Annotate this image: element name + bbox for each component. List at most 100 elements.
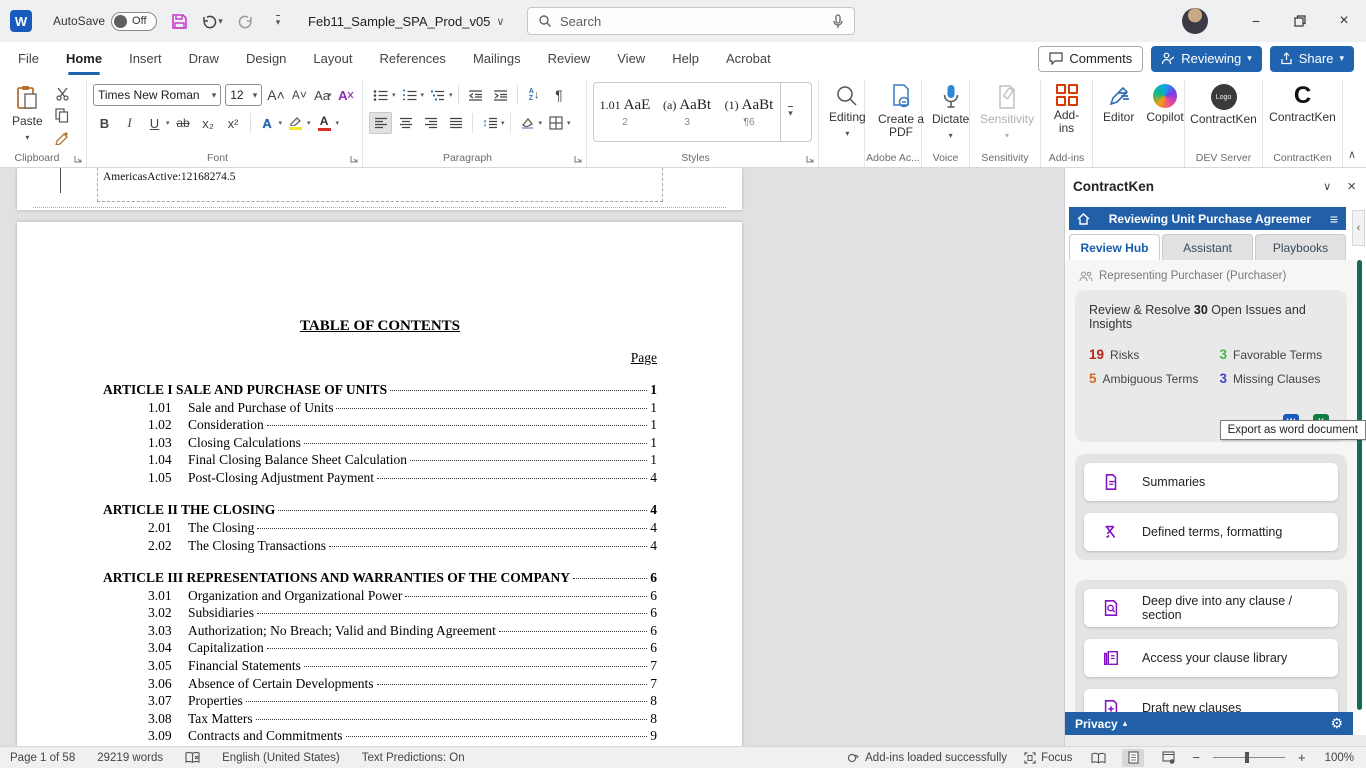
- toc-entry[interactable]: 2.02 The Closing Transactions 4: [103, 537, 657, 555]
- underline-options[interactable]: ▾: [166, 119, 170, 127]
- share-button[interactable]: Share ▾: [1269, 45, 1354, 72]
- tab-draw[interactable]: Draw: [189, 42, 219, 75]
- zoom-slider[interactable]: [1212, 752, 1285, 763]
- action-deep-dive-into-any-clause-section[interactable]: Deep dive into any clause / section: [1084, 589, 1338, 627]
- text-effects-options[interactable]: ▾: [279, 119, 283, 127]
- align-center-button[interactable]: [394, 112, 417, 134]
- strikethrough-button[interactable]: ab: [172, 112, 195, 134]
- toc-entry[interactable]: 1.03 Closing Calculations 1: [103, 434, 657, 452]
- toc-entry[interactable]: 3.05 Financial Statements 7: [103, 657, 657, 675]
- superscript-button[interactable]: x²: [222, 112, 245, 134]
- proofing-icon[interactable]: [185, 751, 200, 764]
- text-effects-button[interactable]: A: [256, 112, 279, 134]
- tab-help[interactable]: Help: [672, 42, 699, 75]
- zoom-slider-handle[interactable]: [1245, 752, 1250, 763]
- save-button[interactable]: [168, 10, 190, 32]
- styles-dialog-launcher[interactable]: [806, 155, 814, 163]
- toc-entry[interactable]: 3.01 Organization and Organizational Powe…: [103, 587, 657, 605]
- contractken-button[interactable]: C ContractKen: [1269, 81, 1336, 147]
- focus-button[interactable]: Focus: [1024, 752, 1072, 764]
- styles-more-button[interactable]: ▾: [780, 83, 800, 141]
- toc-title[interactable]: TABLE OF CONTENTS: [103, 318, 657, 335]
- action-defined-terms-formatting[interactable]: Defined terms, formatting: [1084, 513, 1338, 551]
- pane-tab-playbooks[interactable]: Playbooks: [1255, 234, 1346, 260]
- toc-entry[interactable]: 3.04 Capitalization 6: [103, 639, 657, 657]
- action-draft-new-clauses[interactable]: Draft new clauses: [1084, 689, 1338, 712]
- multilevel-list-button[interactable]: [426, 84, 449, 106]
- action-summaries[interactable]: Summaries: [1084, 463, 1338, 501]
- font-dialog-launcher[interactable]: [350, 155, 358, 163]
- shrink-font-button[interactable]: A˅: [290, 84, 309, 106]
- toc-entry[interactable]: 3.08 Tax Matters 8: [103, 710, 657, 728]
- borders-button[interactable]: [544, 112, 567, 134]
- line-spacing-options[interactable]: ▾: [501, 119, 505, 127]
- menu-icon[interactable]: ≡: [1330, 211, 1338, 227]
- customize-quick-access-button[interactable]: ▾: [267, 10, 289, 32]
- shading-options[interactable]: ▾: [539, 119, 543, 127]
- shading-button[interactable]: [516, 112, 539, 134]
- addins-button[interactable]: Add-ins: [1047, 81, 1086, 147]
- tab-references[interactable]: References: [379, 42, 445, 75]
- toc-entry[interactable]: 3.02 Subsidiaries 6: [103, 604, 657, 622]
- style-gallery-item[interactable]: (1) AaBt ¶6: [718, 83, 780, 141]
- toc-entry[interactable]: 2.01 The Closing 4: [103, 519, 657, 537]
- tab-insert[interactable]: Insert: [129, 42, 162, 75]
- comments-button[interactable]: Comments: [1038, 45, 1144, 72]
- highlight-button[interactable]: [284, 112, 307, 134]
- bold-button[interactable]: B: [93, 112, 116, 134]
- tab-acrobat[interactable]: Acrobat: [726, 42, 771, 75]
- language-indicator[interactable]: English (United States): [222, 752, 340, 764]
- format-painter-button[interactable]: [51, 128, 74, 147]
- settings-gear-icon[interactable]: ⚙: [1330, 715, 1343, 732]
- tab-view[interactable]: View: [617, 42, 645, 75]
- addins-status[interactable]: Add-ins loaded successfully: [847, 752, 1007, 764]
- increase-indent-button[interactable]: [489, 84, 512, 106]
- document-page-2[interactable]: TABLE OF CONTENTS Page ARTICLE I SALE AN…: [17, 222, 742, 746]
- subscript-button[interactable]: x₂: [197, 112, 220, 134]
- microphone-icon[interactable]: [832, 13, 844, 29]
- sort-button[interactable]: A Z ↓: [523, 84, 546, 106]
- clear-formatting-button[interactable]: A: [337, 84, 356, 106]
- grow-font-button[interactable]: A˄: [266, 84, 285, 106]
- word-count[interactable]: 29219 words: [97, 752, 163, 764]
- restore-button[interactable]: [1278, 0, 1322, 42]
- toc-page-header[interactable]: Page: [103, 350, 657, 366]
- toc-entry[interactable]: 3.06 Absence of Certain Developments 7: [103, 675, 657, 693]
- tab-design[interactable]: Design: [246, 42, 286, 75]
- web-layout-button[interactable]: [1157, 749, 1179, 767]
- reviewing-button[interactable]: Reviewing ▾: [1151, 45, 1262, 72]
- font-family-select[interactable]: Times New Roman ▾: [93, 84, 222, 106]
- editor-button[interactable]: Editor: [1099, 81, 1138, 147]
- zoom-in-button[interactable]: +: [1298, 750, 1306, 765]
- read-mode-button[interactable]: [1087, 749, 1109, 767]
- tab-review[interactable]: Review: [548, 42, 591, 75]
- dictate-button[interactable]: Dictate ▾: [928, 81, 973, 147]
- page-indicator[interactable]: Page 1 of 58: [10, 752, 75, 764]
- show-formatting-marks-button[interactable]: ¶: [548, 84, 571, 106]
- pane-tab-assistant[interactable]: Assistant: [1162, 234, 1253, 260]
- font-color-options[interactable]: ▾: [336, 119, 340, 127]
- document-page-1[interactable]: AmericasActive:12168274.5: [17, 168, 742, 210]
- autosave-toggle[interactable]: AutoSave Off: [53, 11, 158, 31]
- toc-entry[interactable]: 3.07 Properties 8: [103, 692, 657, 710]
- paste-button[interactable]: Paste ▾: [8, 81, 47, 147]
- cut-button[interactable]: [51, 84, 74, 103]
- toc-section-heading[interactable]: ARTICLE II THE CLOSING 4: [103, 501, 657, 519]
- highlight-options[interactable]: ▾: [307, 119, 311, 127]
- toc-entry[interactable]: 1.04 Final Closing Balance Sheet Calculat…: [103, 451, 657, 469]
- page-footer[interactable]: AmericasActive:12168274.5: [97, 168, 663, 202]
- pane-tab-review-hub[interactable]: Review Hub: [1069, 234, 1160, 260]
- zoom-out-button[interactable]: −: [1192, 750, 1200, 765]
- style-gallery-item[interactable]: 1.01 AaE 2: [594, 83, 656, 141]
- align-right-button[interactable]: [419, 112, 442, 134]
- decrease-indent-button[interactable]: [464, 84, 487, 106]
- multilevel-list-options[interactable]: ▾: [449, 91, 453, 99]
- toc-entry[interactable]: 3.09 Contracts and Commitments 9: [103, 727, 657, 745]
- bullet-list-options[interactable]: ▾: [392, 91, 396, 99]
- change-case-button[interactable]: Aa ▾: [313, 84, 332, 106]
- undo-button[interactable]: ▾: [201, 10, 223, 32]
- minimize-button[interactable]: −: [1234, 0, 1278, 42]
- autosave-switch[interactable]: Off: [111, 11, 158, 31]
- avatar[interactable]: [1182, 8, 1208, 34]
- pane-scrollbar[interactable]: [1357, 260, 1362, 710]
